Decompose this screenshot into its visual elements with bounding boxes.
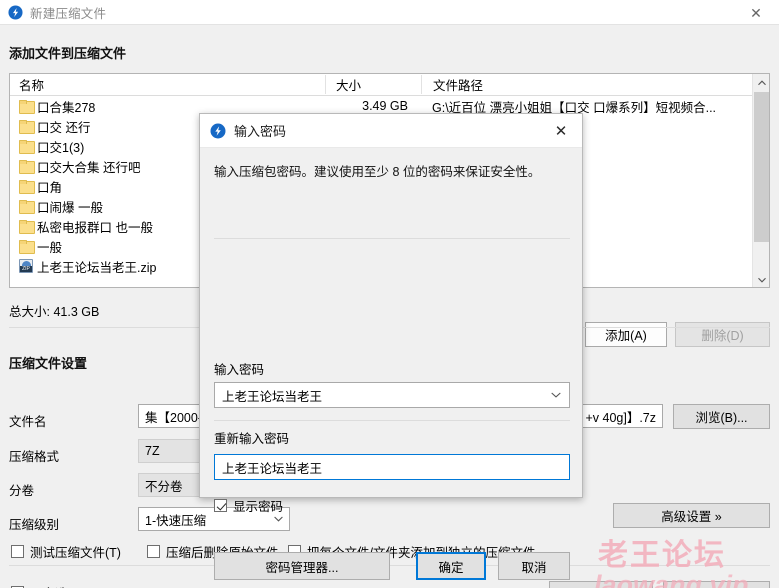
folder-icon xyxy=(19,200,35,214)
cell-name-text: 一般 xyxy=(37,240,63,255)
confirm-password-field-label: 重新输入密码 xyxy=(214,432,290,446)
password-manager-button[interactable]: 密码管理器... xyxy=(214,552,390,580)
cell-name-text: 口交大合集 还行吧 xyxy=(37,160,141,175)
watermark-line-1: 老王论坛 xyxy=(598,539,726,572)
dialog-divider-2 xyxy=(214,420,570,421)
password-dialog: 输入密码 ✕ 输入压缩包密码。建议使用至少 8 位的密码来保证安全性。 输入密码… xyxy=(199,113,583,580)
format-label: 压缩格式 xyxy=(9,450,60,464)
cell-name-text: 口闹爆 一般 xyxy=(37,200,103,215)
bandizip-bolt-icon xyxy=(210,123,226,138)
folder-icon xyxy=(19,140,35,154)
confirm-password-input[interactable]: 上老王论坛当老王 xyxy=(214,454,570,480)
volume-label: 分卷 xyxy=(9,484,35,498)
folder-icon xyxy=(19,180,35,194)
filename-value-right: +v 40g]】.7z xyxy=(585,410,656,425)
checkbox-test-archive-label: 测试压缩文件(T) xyxy=(30,546,121,560)
checkbox-more-options-label: 更多选项... xyxy=(30,583,90,588)
password-dialog-close-icon[interactable]: ✕ xyxy=(540,114,582,147)
scroll-up-icon[interactable] xyxy=(753,74,769,91)
archive-settings-section-title: 压缩文件设置 xyxy=(9,356,88,371)
folder-icon xyxy=(19,240,35,254)
cancel-button[interactable]: 取消 xyxy=(663,581,770,588)
password-input-value: 上老王论坛当老王 xyxy=(222,389,323,404)
checkbox-show-password-label: 显示密码 xyxy=(233,500,284,514)
window-close-icon[interactable]: ✕ xyxy=(733,0,779,25)
filename-label: 文件名 xyxy=(9,415,47,429)
checkbox-show-password[interactable]: 显示密码 xyxy=(214,496,283,515)
cell-name-text: 私密电报群口 也一般 xyxy=(37,220,153,235)
column-header-path[interactable]: 文件路径 xyxy=(421,75,769,94)
cell-name-text: 口交 还行 xyxy=(37,120,91,135)
password-dialog-titlebar: 输入密码 ✕ xyxy=(200,114,582,148)
chevron-down-icon[interactable] xyxy=(551,383,561,407)
password-field-label: 输入密码 xyxy=(214,363,265,377)
start-button[interactable]: 开始(S) xyxy=(549,581,653,588)
column-header-name[interactable]: 名称 xyxy=(10,75,325,94)
password-input[interactable]: 上老王论坛当老王 xyxy=(214,382,570,408)
dialog-ok-button[interactable]: 确定 xyxy=(416,552,486,580)
folder-icon xyxy=(19,120,35,134)
scrollbar-thumb[interactable] xyxy=(754,92,769,242)
file-list-scrollbar[interactable] xyxy=(752,74,769,287)
total-size-label: 总大小: 41.3 GB xyxy=(9,305,100,319)
password-dialog-title: 输入密码 xyxy=(234,124,287,139)
dialog-divider-1 xyxy=(214,238,570,239)
bandizip-bolt-icon xyxy=(8,4,23,20)
window-title: 新建压缩文件 xyxy=(30,6,107,21)
checkbox-test-archive-box[interactable] xyxy=(11,545,24,558)
column-header-size[interactable]: 大小 xyxy=(325,75,421,94)
folder-icon xyxy=(19,160,35,174)
window-titlebar: 新建压缩文件 ✕ xyxy=(0,0,779,25)
compression-level-value: 1-快速压缩 xyxy=(145,513,207,528)
cell-name-text: 口角 xyxy=(37,180,63,195)
browse-button[interactable]: 浏览(B)... xyxy=(673,404,770,429)
advanced-settings-button[interactable]: 高级设置 » xyxy=(613,503,770,528)
checkbox-test-archive[interactable]: 测试压缩文件(T) xyxy=(11,542,121,561)
checkbox-more-options[interactable]: 更多选项... xyxy=(11,583,90,588)
filename-value-left: 集【2000- xyxy=(145,410,202,425)
cell-name-text: 口合集278 xyxy=(37,100,96,115)
password-dialog-description: 输入压缩包密码。建议使用至少 8 位的密码来保证安全性。 xyxy=(214,165,541,179)
folder-icon xyxy=(19,100,35,114)
cell-name-text: 上老王论坛当老王.zip xyxy=(37,260,157,275)
cell-size: 3.49 GB xyxy=(362,99,408,113)
checkbox-show-password-box[interactable] xyxy=(214,499,227,512)
add-files-section-title: 添加文件到压缩文件 xyxy=(9,46,127,61)
checkbox-delete-original-box[interactable] xyxy=(147,545,160,558)
cell-name-text: 口交1(3) xyxy=(37,140,85,155)
compression-level-label: 压缩级别 xyxy=(9,518,60,532)
dialog-cancel-button[interactable]: 取消 xyxy=(498,552,570,580)
scroll-down-icon[interactable] xyxy=(753,271,769,287)
file-list-header: 名称 大小 文件路径 xyxy=(10,74,769,96)
confirm-password-input-value: 上老王论坛当老王 xyxy=(222,461,323,476)
add-button[interactable]: 添加(A) xyxy=(585,322,667,347)
bandizip-new-archive-window: 新建压缩文件 ✕ 添加文件到压缩文件 名称 大小 文件路径 口合集278 3.49… xyxy=(0,0,779,588)
folder-icon xyxy=(19,220,35,234)
zip-file-icon: ZIP xyxy=(19,259,33,273)
delete-button: 删除(D) xyxy=(675,322,770,347)
